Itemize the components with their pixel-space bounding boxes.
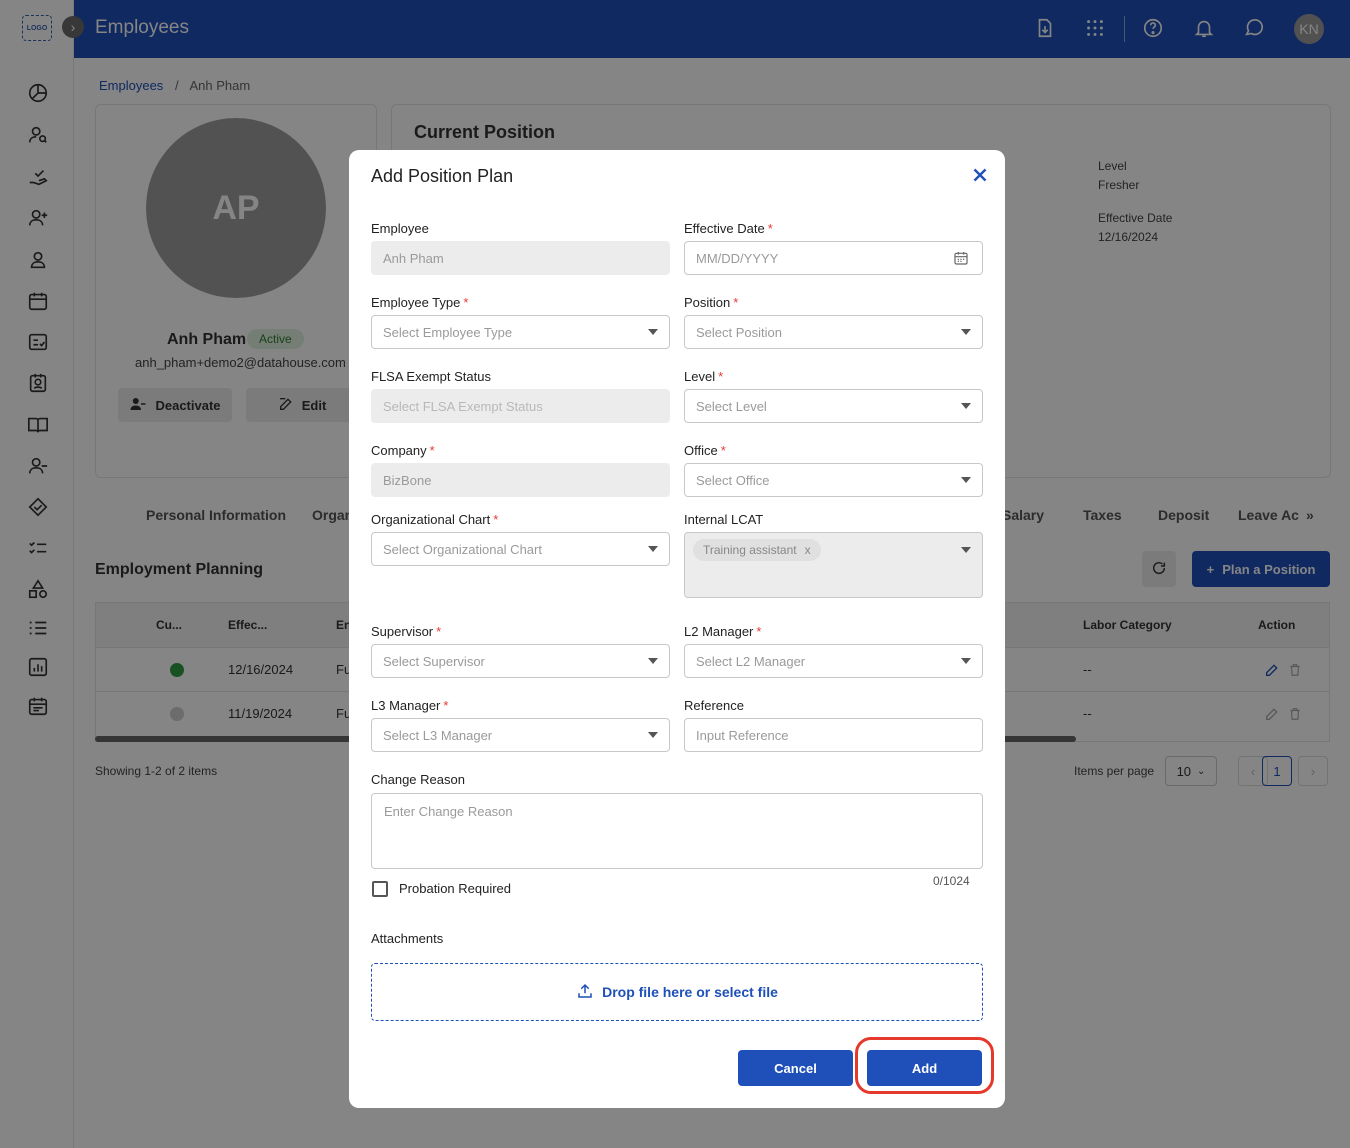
add-button-highlight [855, 1037, 994, 1094]
caret-down-icon [961, 477, 971, 483]
lcat-chip-label: Training assistant [703, 543, 797, 557]
org-chart-select[interactable]: Select Organizational Chart [371, 532, 670, 566]
flsa-select: Select FLSA Exempt Status [371, 389, 670, 423]
office-label: Office * [684, 443, 726, 458]
position-select[interactable]: Select Position [684, 315, 983, 349]
probation-checkbox[interactable] [372, 881, 388, 897]
caret-down-icon [961, 658, 971, 664]
chip-remove-icon[interactable]: x [805, 543, 811, 557]
probation-label[interactable]: Probation Required [399, 881, 511, 896]
dropzone-text: Drop file here or select file [602, 984, 778, 1000]
cancel-button[interactable]: Cancel [738, 1050, 853, 1086]
calendar-icon[interactable] [953, 250, 969, 266]
l2-manager-select[interactable]: Select L2 Manager [684, 644, 983, 678]
attachments-label: Attachments [371, 931, 444, 946]
flsa-label: FLSA Exempt Status [371, 369, 491, 384]
modal-title: Add Position Plan [371, 166, 514, 186]
position-placeholder: Select Position [696, 324, 782, 340]
supervisor-placeholder: Select Supervisor [383, 653, 485, 669]
office-select[interactable]: Select Office [684, 463, 983, 497]
effective-date-placeholder: MM/DD/YYYY [696, 250, 779, 266]
internal-lcat-label: Internal LCAT [684, 512, 764, 527]
change-reason-placeholder: Enter Change Reason [384, 804, 513, 819]
reference-label: Reference [684, 698, 744, 713]
level-label: Level * [684, 369, 724, 384]
close-icon[interactable] [969, 164, 991, 186]
change-reason-label: Change Reason [371, 772, 465, 787]
reference-input[interactable]: Input Reference [684, 718, 983, 752]
level-select[interactable]: Select Level [684, 389, 983, 423]
caret-down-icon [961, 547, 971, 553]
l3-manager-label: L3 Manager * [371, 698, 449, 713]
change-reason-textarea[interactable]: Enter Change Reason [371, 793, 983, 869]
employee-value: Anh Pham [383, 250, 444, 266]
reference-placeholder: Input Reference [696, 727, 789, 743]
level-placeholder: Select Level [696, 398, 767, 414]
company-value: BizBone [383, 472, 432, 488]
company-field: BizBone [371, 463, 670, 497]
employee-type-placeholder: Select Employee Type [383, 324, 513, 340]
l2-manager-label: L2 Manager * [684, 624, 762, 639]
l3-manager-placeholder: Select L3 Manager [383, 727, 493, 743]
employee-label: Employee [371, 221, 429, 236]
caret-down-icon [648, 732, 658, 738]
position-label: Position * [684, 295, 739, 310]
internal-lcat-select[interactable]: Training assistant x [684, 532, 983, 598]
upload-icon [576, 982, 594, 1003]
caret-down-icon [648, 546, 658, 552]
caret-down-icon [648, 329, 658, 335]
caret-down-icon [648, 658, 658, 664]
character-counter: 0/1024 [933, 874, 970, 888]
flsa-placeholder: Select FLSA Exempt Status [383, 398, 543, 414]
file-dropzone[interactable]: Drop file here or select file [371, 963, 983, 1021]
employee-type-select[interactable]: Select Employee Type [371, 315, 670, 349]
company-label: Company * [371, 443, 435, 458]
effective-date-input[interactable]: MM/DD/YYYY [684, 241, 983, 275]
caret-down-icon [961, 403, 971, 409]
org-chart-label: Organizational Chart * [371, 512, 499, 527]
lcat-chip: Training assistant x [693, 539, 821, 561]
supervisor-select[interactable]: Select Supervisor [371, 644, 670, 678]
effective-date-label: Effective Date * [684, 221, 773, 236]
employee-type-label: Employee Type * [371, 295, 469, 310]
supervisor-label: Supervisor * [371, 624, 442, 639]
l3-manager-select[interactable]: Select L3 Manager [371, 718, 670, 752]
add-position-plan-modal: Add Position Plan Employee Anh Pham Effe… [349, 150, 1005, 1108]
employee-field: Anh Pham [371, 241, 670, 275]
org-chart-placeholder: Select Organizational Chart [383, 541, 542, 557]
l2-manager-placeholder: Select L2 Manager [696, 653, 806, 669]
office-placeholder: Select Office [696, 472, 770, 488]
caret-down-icon [961, 329, 971, 335]
